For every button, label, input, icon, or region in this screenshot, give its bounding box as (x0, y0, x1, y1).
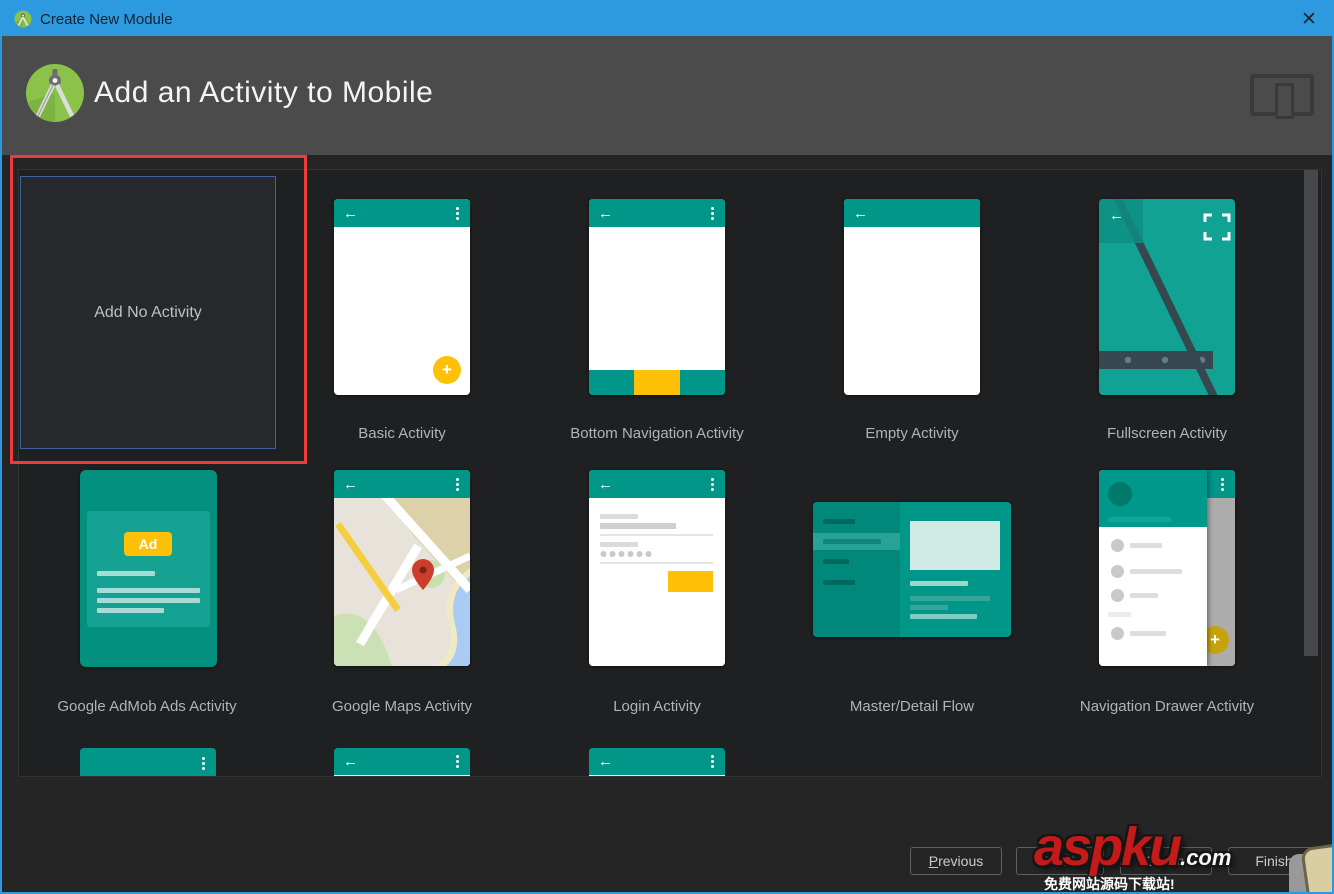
fab-plus-icon: + (433, 356, 461, 384)
create-new-module-dialog: Create New Module ✕ Add an Activity to M… (0, 0, 1334, 894)
android-studio-logo (26, 64, 84, 122)
vertical-scrollbar-thumb[interactable] (1304, 170, 1318, 656)
overflow-menu-icon (202, 761, 205, 765)
template-label: Google AdMob Ads Activity (57, 698, 237, 715)
appbar: ← (334, 470, 470, 498)
overflow-menu-icon (711, 482, 714, 486)
back-arrow-icon: ← (853, 204, 868, 222)
template-label: Master/Detail Flow (849, 698, 975, 715)
template-label: Navigation Drawer Activity (1079, 698, 1255, 715)
svg-text:←: ← (1109, 207, 1124, 224)
back-arrow-icon: ← (343, 753, 358, 770)
template-label: Bottom Navigation Activity (570, 425, 744, 442)
overflow-menu-icon (711, 760, 714, 763)
map-preview (334, 490, 470, 666)
template-add-no-activity[interactable]: Add No Activity (20, 176, 276, 449)
phone-icon (1275, 83, 1294, 119)
template-basic-activity[interactable]: ← + (334, 199, 470, 395)
overflow-menu-icon (456, 482, 459, 486)
appbar: ← (589, 199, 725, 227)
fullscreen-preview: ← (1099, 199, 1231, 395)
template-label: Empty Activity (865, 425, 959, 442)
form-factor-devices-icon (1250, 74, 1314, 119)
overflow-menu-icon (456, 211, 459, 215)
next-button[interactable]: Next (1016, 847, 1104, 875)
login-form-preview (589, 498, 725, 666)
template-navigation-drawer-activity[interactable]: + (1099, 470, 1235, 666)
template-label: Google Maps Activity (331, 698, 473, 715)
back-arrow-icon: ← (343, 204, 358, 222)
page-title: Add an Activity to Mobile (94, 76, 434, 109)
bottom-nav-bar (589, 370, 725, 395)
previous-button[interactable]: Previous (910, 847, 1002, 875)
template-gallery: Add No Activity ← + ← ← ← Basic Activity… (18, 169, 1322, 777)
appbar: ← (589, 470, 725, 498)
template-empty-activity[interactable]: ← (844, 199, 980, 395)
title-bar: Create New Module ✕ (2, 2, 1332, 36)
overflow-menu-icon (456, 760, 459, 763)
back-arrow-icon: ← (598, 753, 613, 770)
overflow-menu-icon (1221, 482, 1224, 486)
template-google-maps-activity[interactable]: ← (334, 470, 470, 666)
close-icon[interactable]: ✕ (1298, 8, 1320, 30)
template-label: Basic Activity (358, 425, 446, 442)
back-arrow-icon: ← (598, 475, 613, 493)
window-title: Create New Module (40, 10, 173, 28)
android-studio-icon (14, 10, 32, 28)
template-row3-card-2[interactable]: ← (334, 748, 470, 776)
watermark-tagline: 免费网站源码下载站! (1044, 876, 1175, 892)
wizard-header: Add an Activity to Mobile (2, 36, 1332, 155)
drawer-panel (1099, 470, 1207, 666)
drawer-header (1099, 470, 1207, 527)
ad-badge: Ad (124, 532, 172, 556)
appbar: ← (844, 199, 980, 227)
template-label: Fullscreen Activity (1106, 425, 1228, 442)
template-bottom-navigation-activity[interactable]: ← (589, 199, 725, 395)
detail-hero-block (910, 521, 1000, 570)
cancel-button[interactable]: Cancel (1120, 847, 1212, 875)
overflow-menu-icon (711, 211, 714, 215)
template-row3-card-1[interactable] (80, 748, 216, 776)
template-label: Login Activity (613, 698, 701, 715)
template-master-detail-flow[interactable] (813, 502, 1011, 637)
template-admob-ads-activity[interactable]: Ad (80, 470, 217, 667)
back-arrow-icon: ← (343, 475, 358, 493)
template-fullscreen-activity[interactable]: ← (1099, 199, 1235, 395)
template-label: Add No Activity (94, 303, 202, 321)
back-arrow-icon: ← (598, 204, 613, 222)
template-login-activity[interactable]: ← (589, 470, 725, 666)
ad-panel: Ad (87, 511, 210, 627)
appbar: ← (334, 199, 470, 227)
avatar (1108, 482, 1132, 506)
finish-button[interactable]: Finish (1228, 847, 1320, 875)
template-row3-card-3[interactable]: ← (589, 748, 725, 776)
